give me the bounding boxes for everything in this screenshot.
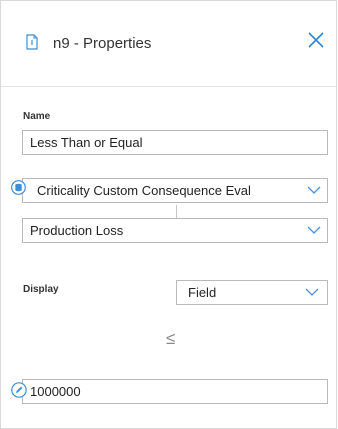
constant-input[interactable]: 1000000 — [22, 379, 328, 404]
display-select[interactable]: Field — [176, 280, 328, 305]
source-select[interactable]: Criticality Custom Consequence Eval — [22, 178, 328, 203]
field-select-value: Production Loss — [30, 223, 124, 238]
chevron-down-icon — [305, 288, 319, 296]
source-select-value: Criticality Custom Consequence Eval — [37, 183, 251, 198]
database-icon[interactable] — [11, 180, 26, 195]
name-input[interactable]: Less Than or Equal — [22, 130, 328, 155]
close-icon[interactable] — [307, 31, 325, 49]
display-select-value: Field — [188, 285, 217, 300]
operator-symbol: ≤ — [166, 329, 176, 348]
edit-icon[interactable] — [11, 382, 27, 398]
display-label: Display — [23, 284, 59, 295]
chevron-down-icon — [307, 226, 321, 234]
field-select[interactable]: Production Loss — [22, 218, 328, 243]
connector-line — [176, 205, 177, 219]
name-label: Name — [23, 111, 51, 122]
name-input-value: Less Than or Equal — [30, 135, 143, 150]
properties-panel: n9 - Properties Name Less Than or Equal … — [0, 0, 337, 429]
document-icon — [26, 34, 38, 50]
panel-title: n9 - Properties — [53, 35, 152, 52]
constant-input-value: 1000000 — [30, 384, 81, 399]
panel-header: n9 - Properties — [1, 1, 336, 87]
chevron-down-icon — [307, 186, 321, 194]
